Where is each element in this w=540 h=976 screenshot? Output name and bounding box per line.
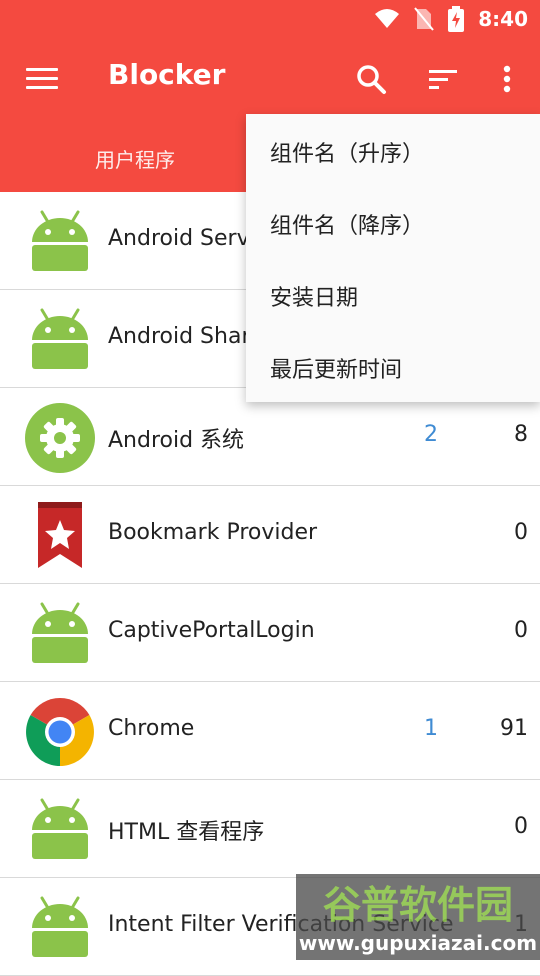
- status-bar: 8:40: [0, 0, 540, 36]
- sort-name-desc-item[interactable]: 组件名（降序）: [246, 186, 540, 258]
- blocked-count: 1: [424, 716, 438, 741]
- component-count: 91: [500, 716, 528, 741]
- blocked-count: 2: [424, 422, 438, 447]
- more-vert-icon[interactable]: [490, 62, 524, 96]
- status-icons: 8:40: [374, 6, 528, 32]
- sort-last-updated-item[interactable]: 最后更新时间: [246, 330, 540, 402]
- android-icon: [32, 896, 88, 957]
- app-name: Android 系统: [108, 428, 245, 453]
- app-name: HTML 查看程序: [108, 820, 265, 845]
- menu-icon[interactable]: [26, 64, 58, 92]
- app-name: Android Shar: [108, 324, 251, 349]
- app-name: Bookmark Provider: [108, 520, 318, 545]
- android-icon: [32, 798, 88, 859]
- list-item[interactable]: Chrome 1 91: [0, 682, 540, 780]
- tab-user-apps[interactable]: 用户程序: [0, 144, 270, 173]
- sort-install-date-item[interactable]: 安装日期: [246, 258, 540, 330]
- list-item[interactable]: Android 系统 2 8: [0, 388, 540, 486]
- android-icon: [32, 308, 88, 369]
- bookmark-icon: [38, 502, 82, 568]
- wifi-icon: [375, 9, 400, 28]
- menu-item-label: 组件名（降序）: [270, 214, 425, 239]
- component-count: 0: [514, 814, 528, 839]
- clock: 8:40: [478, 7, 528, 31]
- menu-item-label: 组件名（升序）: [270, 142, 425, 167]
- watermark-logo: 谷普软件园 www.gupuxiazai.com: [296, 874, 540, 960]
- svg-text:www.gupuxiazai.com: www.gupuxiazai.com: [299, 931, 537, 955]
- app-name: Android Serv: [108, 226, 250, 251]
- battery-charging-icon: [448, 6, 465, 32]
- chrome-icon: [26, 698, 94, 766]
- menu-item-label: 最后更新时间: [270, 358, 403, 383]
- settings-gear-icon: [25, 403, 95, 473]
- android-icon: [32, 602, 88, 663]
- search-icon[interactable]: [354, 62, 388, 96]
- app-name: Chrome: [108, 716, 195, 741]
- sort-menu: 组件名（升序） 组件名（降序） 安装日期 最后更新时间: [246, 114, 540, 402]
- list-item[interactable]: CaptivePortalLogin 0: [0, 584, 540, 682]
- app-toolbar: Blocker: [0, 36, 540, 120]
- android-icon: [32, 210, 88, 271]
- app-name: CaptivePortalLogin: [108, 618, 315, 643]
- svg-text:谷普软件园: 谷普软件园: [323, 883, 513, 927]
- sort-name-asc-item[interactable]: 组件名（升序）: [246, 114, 540, 186]
- component-count: 0: [514, 520, 528, 545]
- list-item[interactable]: Bookmark Provider 0: [0, 486, 540, 584]
- component-count: 8: [514, 422, 528, 447]
- list-item[interactable]: HTML 查看程序 0: [0, 780, 540, 878]
- component-count: 0: [514, 618, 528, 643]
- no-sim-icon: [414, 7, 435, 31]
- app-title: Blocker: [108, 58, 226, 91]
- menu-item-label: 安装日期: [270, 286, 359, 311]
- sort-icon[interactable]: [426, 62, 460, 96]
